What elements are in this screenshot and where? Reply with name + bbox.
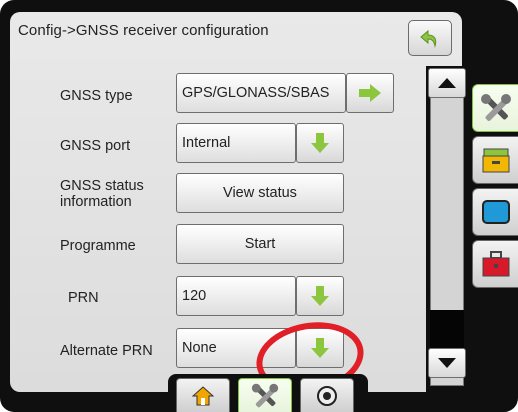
prn-field[interactable]: 120	[176, 276, 296, 316]
tools-icon	[480, 94, 511, 121]
gnss-status-label: GNSS status information	[60, 178, 144, 210]
view-status-label: View status	[223, 185, 297, 201]
bottom-tab-tools[interactable]	[238, 378, 292, 412]
display-icon	[481, 200, 510, 224]
side-tab-tools[interactable]	[472, 84, 518, 132]
back-arrow-icon	[420, 29, 437, 48]
gauge-icon	[317, 385, 337, 406]
scroll-up-button[interactable]	[428, 68, 466, 98]
programme-start-label: Start	[244, 236, 276, 252]
arrow-right-icon	[359, 84, 381, 102]
side-tab-job-data[interactable]	[472, 136, 518, 184]
arrow-down-icon	[311, 286, 329, 306]
side-tab-tools-box[interactable]	[472, 240, 518, 288]
gnss-type-next-button[interactable]	[346, 73, 394, 113]
prn-label: PRN	[68, 290, 99, 306]
prn-dropdown-button[interactable]	[296, 276, 344, 316]
scrollbar-thumb[interactable]	[430, 310, 464, 348]
alternate-prn-label: Alternate PRN	[60, 343, 153, 359]
gnss-port-value: Internal	[182, 135, 231, 151]
tools-icon	[251, 383, 279, 407]
gnss-port-field[interactable]: Internal	[176, 123, 296, 163]
arrow-down-icon	[311, 338, 329, 358]
bottom-tab-gauge[interactable]	[300, 378, 354, 412]
side-tab-display[interactable]	[472, 188, 518, 236]
back-button[interactable]	[408, 20, 452, 56]
folder-drawer-icon	[482, 148, 509, 173]
prn-value: 120	[182, 288, 207, 304]
home-icon	[192, 385, 214, 405]
alternate-prn-field[interactable]: None	[176, 328, 296, 368]
gnss-port-label: GNSS port	[60, 138, 131, 154]
triangle-down-icon	[438, 358, 456, 368]
alternate-prn-value: None	[182, 340, 217, 356]
gnss-type-field[interactable]: GPS/GLONASS/SBAS	[176, 73, 346, 113]
gnss-type-value: GPS/GLONASS/SBAS	[182, 85, 330, 101]
bottom-tab-home[interactable]	[176, 378, 230, 412]
view-status-button[interactable]: View status	[176, 173, 344, 213]
toolbox-icon	[482, 251, 509, 277]
arrow-down-icon	[311, 133, 329, 153]
triangle-up-icon	[438, 78, 456, 88]
programme-start-button[interactable]: Start	[176, 224, 344, 264]
gnss-type-label: GNSS type	[60, 88, 133, 104]
gnss-port-dropdown-button[interactable]	[296, 123, 344, 163]
programme-label: Programme	[60, 238, 136, 254]
scroll-down-button[interactable]	[428, 348, 466, 378]
page-title: Config->GNSS receiver configuration	[18, 22, 269, 39]
alternate-prn-dropdown-button[interactable]	[296, 328, 344, 368]
